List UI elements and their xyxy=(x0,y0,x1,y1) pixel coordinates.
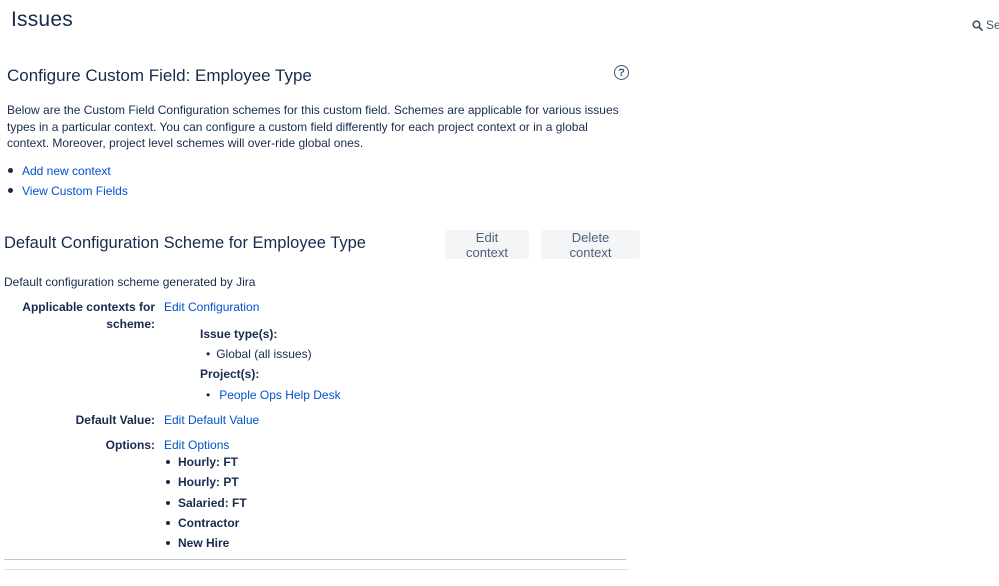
view-custom-fields-link[interactable]: View Custom Fields xyxy=(22,184,128,198)
applicable-contexts-label: Applicable contexts for scheme: xyxy=(22,300,155,331)
default-value-label: Default Value: xyxy=(75,413,155,427)
question-circle-icon[interactable]: ? xyxy=(614,65,629,80)
edit-default-value-link[interactable]: Edit Default Value xyxy=(164,412,259,429)
add-new-context-link[interactable]: Add new context xyxy=(22,164,111,178)
option-item: New Hire xyxy=(164,535,247,555)
search-icon xyxy=(972,19,983,31)
projects-heading: Project(s): xyxy=(200,367,260,381)
scheme-description: Default configuration scheme generated b… xyxy=(4,275,256,289)
list-item: Add new context xyxy=(7,163,128,183)
option-item: Contractor xyxy=(164,515,247,535)
search-placeholder: Se xyxy=(986,18,999,32)
issue-type-item: • Global (all issues) xyxy=(206,347,312,361)
option-item: Salaried: FT xyxy=(164,495,247,515)
bullet: • xyxy=(206,347,211,361)
page-title: Issues xyxy=(11,8,73,31)
edit-options-link[interactable]: Edit Options xyxy=(164,437,229,454)
options-label: Options: xyxy=(105,438,155,452)
custom-field-links: Add new context View Custom Fields xyxy=(7,163,128,203)
custom-field-title: Configure Custom Field: Employee Type xyxy=(7,66,312,85)
page: Issues Se Configure Custom Field: Employ… xyxy=(0,0,999,586)
option-item: Hourly: FT xyxy=(164,454,247,474)
search-box[interactable]: Se xyxy=(972,18,999,32)
edit-context-button[interactable]: Edit context xyxy=(445,230,529,260)
scheme-title: Default Configuration Scheme for Employe… xyxy=(4,234,366,252)
option-item: Hourly: PT xyxy=(164,474,247,494)
options-list: Hourly: FT Hourly: PT Salaried: FT Contr… xyxy=(164,454,247,555)
edit-configuration-link[interactable]: Edit Configuration xyxy=(164,299,259,316)
list-item: View Custom Fields xyxy=(7,183,128,203)
delete-context-button[interactable]: Delete context xyxy=(541,230,640,260)
project-item: • People Ops Help Desk xyxy=(206,388,341,402)
project-link[interactable]: People Ops Help Desk xyxy=(219,388,340,402)
issue-types-heading: Issue type(s): xyxy=(200,327,278,341)
bullet: • xyxy=(206,388,211,402)
issue-type-label: Global (all issues) xyxy=(216,347,312,361)
custom-field-description: Below are the Custom Field Configuration… xyxy=(7,103,619,150)
divider xyxy=(4,559,626,560)
divider xyxy=(4,569,629,570)
